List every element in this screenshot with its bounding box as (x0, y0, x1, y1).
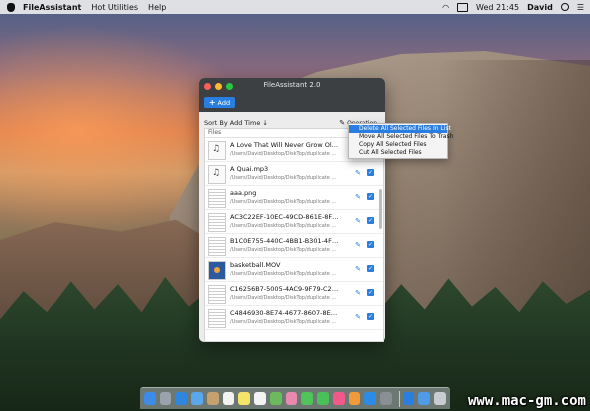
wifi-icon[interactable]: ◠ (442, 3, 449, 12)
apple-icon[interactable] (7, 2, 15, 12)
file-thumbnail-icon (208, 309, 226, 328)
file-row[interactable]: AC3C22EF-10EC-49CD-861E-8F2F... /Users/Da… (205, 210, 383, 234)
file-thumbnail-icon (208, 189, 226, 208)
maps-icon[interactable] (269, 392, 282, 405)
file-path: /Users/David/Desktop/DiskTop/duplicate f… (230, 247, 338, 253)
file-row[interactable]: aaa.png/Users/David/Desktop/DiskTop/dupl… (205, 186, 383, 210)
menu-app-name[interactable]: FileAssistant (23, 3, 81, 12)
file-name: A Quai.mp3 (230, 165, 269, 173)
watermark: www.mac-gm.com (467, 393, 586, 409)
checkbox-icon[interactable]: ✓ (367, 289, 374, 296)
operation-menu-item[interactable]: Move All Selected Files To Trash (349, 133, 453, 141)
status-area: ◠ Wed 21:45 David ☰ (434, 2, 584, 12)
file-path: /Users/David/Desktop/DiskTop/duplicate f… (230, 295, 338, 301)
file-name: AC3C22EF-10EC-49CD-861E-8F2F... (230, 213, 340, 221)
menu-help[interactable]: Help (148, 3, 166, 12)
notification-center-icon[interactable]: ☰ (577, 3, 584, 12)
file-name: aaa.png (230, 189, 257, 197)
plus-icon: + (208, 97, 216, 107)
edit-icon[interactable]: ✎ (355, 289, 361, 297)
edit-icon[interactable]: ✎ (355, 217, 361, 225)
add-button[interactable]: + Add (204, 97, 235, 108)
battery-icon[interactable] (457, 2, 469, 12)
trash-icon[interactable] (434, 392, 446, 405)
mail-icon[interactable] (191, 392, 203, 405)
operation-menu-item[interactable]: Copy All Selected Files (349, 141, 447, 149)
contacts-icon[interactable] (206, 392, 219, 405)
ibooks-icon[interactable] (348, 392, 361, 405)
file-thumbnail-icon (208, 285, 226, 304)
dock (140, 387, 450, 409)
file-path: /Users/David/Desktop/DiskTop/duplicate f… (230, 319, 338, 325)
checkbox-icon[interactable]: ✓ (367, 313, 374, 320)
edit-icon[interactable]: ✎ (355, 241, 361, 249)
file-name: basketball.MOV (230, 261, 281, 269)
file-path: /Users/David/Desktop/DiskTop/duplicate f… (230, 271, 338, 277)
messages-icon[interactable] (301, 392, 314, 405)
file-path: /Users/David/Desktop/DiskTop/duplicate f… (230, 175, 338, 181)
file-row[interactable]: C4846930-8E74-4677-8607-8E54B... /Users/D… (205, 306, 383, 330)
file-row[interactable]: C16256B7-5005-4AC9-9F79-C287F... /Users/D… (205, 282, 383, 306)
operation-menu: Delete All Selected Files In List Move Al… (348, 123, 453, 159)
itunes-icon[interactable] (332, 392, 345, 405)
file-thumbnail-icon (208, 141, 226, 160)
edit-icon[interactable]: ✎ (355, 313, 361, 321)
fileassistant-icon[interactable] (402, 392, 415, 405)
window-title: FileAssistant 2.0 (263, 81, 321, 89)
file-name: A Love That Will Never Grow Old-e... (230, 141, 340, 149)
checkbox-icon[interactable]: ✓ (367, 265, 374, 272)
menu-bar: FileAssistant Hot Utilities Help ◠ Wed 2… (0, 0, 590, 14)
preferences-icon[interactable] (380, 392, 392, 405)
fileassistant-window: FileAssistant 2.0 + Add Sort By Add Time… (199, 78, 385, 342)
add-button-label: Add (217, 98, 231, 107)
operation-menu-item[interactable]: Cut All Selected Files (349, 149, 447, 157)
dock-separator (398, 390, 400, 407)
file-row[interactable]: A Quai.mp3/Users/David/Desktop/DiskTop/d… (205, 162, 383, 186)
spotlight-icon[interactable] (560, 3, 569, 11)
safari-icon[interactable] (175, 392, 188, 405)
edit-icon[interactable]: ✎ (355, 193, 361, 201)
checkbox-icon[interactable]: ✓ (367, 169, 374, 176)
photos-icon[interactable] (285, 392, 298, 405)
menu-user[interactable]: David (527, 3, 553, 12)
cliff-shadow (440, 60, 590, 320)
file-path: /Users/David/Desktop/DiskTop/duplicate f… (230, 223, 338, 229)
checkbox-icon[interactable]: ✓ (367, 241, 374, 248)
file-thumbnail-icon (208, 165, 226, 184)
file-name: C4846930-8E74-4677-8607-8E54B... (230, 309, 340, 317)
file-rows: A Love That Will Never Grow Old-e... /Use… (205, 138, 383, 330)
edit-icon[interactable]: ✎ (355, 265, 361, 273)
file-row[interactable]: basketball.MOV/Users/David/Desktop/DiskT… (205, 258, 383, 282)
file-name: C16256B7-5005-4AC9-9F79-C287F... (230, 285, 340, 293)
window-titlebar: FileAssistant 2.0 + Add (199, 78, 385, 112)
operation-menu-item[interactable]: Delete All Selected Files In List (349, 125, 451, 133)
menu-hot-utilities[interactable]: Hot Utilities (91, 3, 138, 12)
facetime-icon[interactable] (317, 392, 329, 405)
edit-icon: ✎ (339, 119, 346, 127)
file-path: /Users/David/Desktop/DiskTop/duplicate f… (230, 151, 338, 157)
file-thumbnail-icon (208, 261, 226, 280)
file-name: B1C0E755-440C-4BB1-B301-4FFF7... (230, 237, 340, 245)
edit-icon[interactable]: ✎ (355, 169, 361, 177)
notes-icon[interactable] (238, 392, 251, 405)
launchpad-icon[interactable] (159, 392, 172, 405)
reminders-icon[interactable] (254, 392, 266, 405)
appstore-icon[interactable] (364, 392, 377, 405)
menu-clock[interactable]: Wed 21:45 (476, 3, 519, 12)
checkbox-icon[interactable]: ✓ (367, 193, 374, 200)
file-thumbnail-icon (208, 237, 226, 256)
file-thumbnail-icon (208, 213, 226, 232)
checkbox-icon[interactable]: ✓ (367, 217, 374, 224)
file-list: Files A Love That Will Never Grow Old-e.… (204, 128, 384, 342)
file-path: /Users/David/Desktop/DiskTop/duplicate f… (230, 199, 338, 205)
sort-by-add-time[interactable]: Sort By Add Time ↓ (204, 119, 268, 127)
downloads-icon[interactable] (418, 392, 431, 405)
finder-icon[interactable] (144, 392, 156, 405)
scrollbar[interactable] (379, 189, 382, 229)
calendar-icon[interactable] (222, 392, 235, 405)
file-row[interactable]: B1C0E755-440C-4BB1-B301-4FFF7... /Users/D… (205, 234, 383, 258)
